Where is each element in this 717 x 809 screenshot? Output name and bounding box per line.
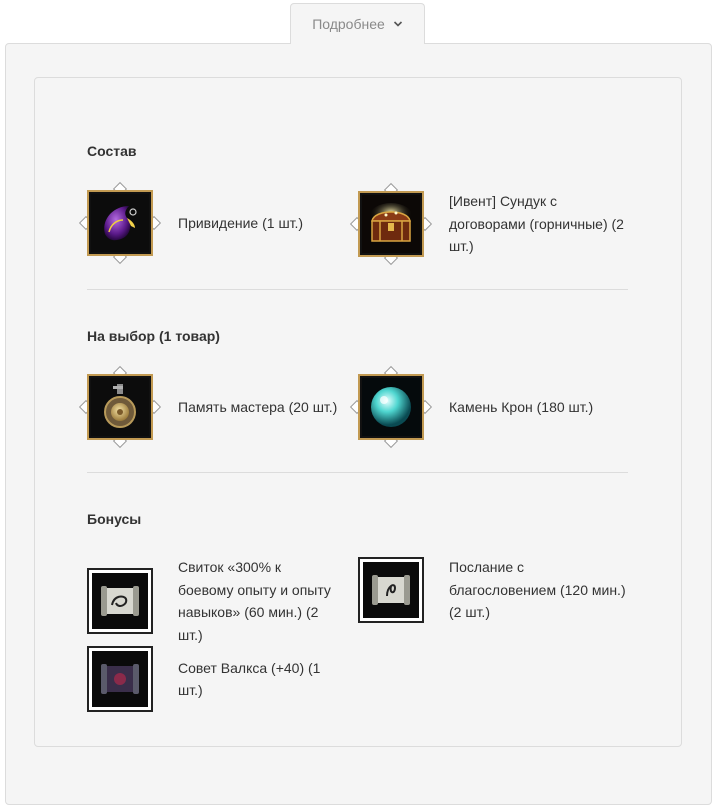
- scroll-icon: [94, 575, 146, 627]
- section-title-composition: Состав: [87, 143, 137, 159]
- orb-icon: [362, 378, 420, 436]
- bonus-item-label: Свиток «300% к боевому опыту и опыту нав…: [178, 559, 331, 643]
- bonus-item-blessing-message[interactable]: Послание с благословением (120 мин.) (2 …: [358, 556, 628, 624]
- section-divider: [87, 472, 628, 473]
- composition-item-label: Привидение (1 шт.): [178, 214, 304, 231]
- details-toggle-button[interactable]: Подробнее: [290, 3, 425, 44]
- dark-scroll-icon: [94, 653, 146, 705]
- composition-item-label: [Ивент] Сундук с договорами (горничные) …: [449, 193, 624, 254]
- section-title-choice: На выбор (1 товар): [87, 328, 220, 344]
- composition-item-ghost[interactable]: Привидение (1 шт.): [78, 181, 337, 265]
- bonus-item-valks-advice[interactable]: Совет Валкса (+40) (1 шт.): [87, 646, 342, 712]
- section-title-bonuses: Бонусы: [87, 511, 142, 527]
- composition-item-chest[interactable]: [Ивент] Сундук с договорами (горничные) …: [349, 182, 628, 265]
- bonus-item-exp-scroll[interactable]: Свиток «300% к боевому опыту и опыту нав…: [87, 556, 342, 646]
- bonus-item-label: Послание с благословением (120 мин.) (2 …: [449, 559, 626, 620]
- bonus-item-label: Совет Валкса (+40) (1 шт.): [178, 659, 321, 699]
- treasure-chest-icon: [362, 194, 420, 253]
- amulet-icon: [91, 378, 149, 436]
- choice-item-label: Камень Крон (180 шт.): [449, 398, 594, 415]
- ghost-icon: [91, 194, 149, 252]
- details-toggle-label: Подробнее: [312, 16, 385, 32]
- choice-item-master-memory[interactable]: Память мастера (20 шт.): [78, 365, 347, 449]
- chevron-down-icon: [393, 21, 402, 27]
- choice-item-label: Память мастера (20 шт.): [178, 398, 338, 415]
- choice-item-kron-stone[interactable]: Камень Крон (180 шт.): [349, 365, 618, 449]
- section-divider: [87, 289, 628, 290]
- scroll-icon: [365, 563, 417, 616]
